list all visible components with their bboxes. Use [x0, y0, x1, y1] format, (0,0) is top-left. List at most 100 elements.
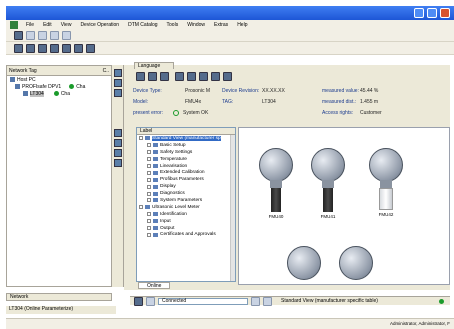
tree-item[interactable]: Standard View (manufacturer sp — [137, 135, 235, 142]
menu-extras[interactable]: Extras — [214, 22, 228, 28]
tree-item[interactable]: Input — [137, 218, 235, 225]
expand-icon[interactable] — [147, 232, 151, 237]
view-description: Standard View (manufacturer specific tab… — [281, 298, 378, 304]
expand-icon[interactable] — [147, 212, 151, 217]
expand-icon[interactable] — [147, 177, 151, 182]
device-fmu40: FMU40 — [259, 148, 293, 219]
device-tab[interactable]: LT304 (Online Parameterize) — [6, 306, 116, 314]
chart-icon[interactable] — [199, 72, 208, 81]
language-tab[interactable]: Language — [134, 62, 174, 69]
expand-icon[interactable] — [147, 170, 151, 175]
tree-row-host[interactable]: Host PC — [7, 76, 111, 83]
help-icon[interactable] — [223, 72, 232, 81]
disconnect-icon[interactable] — [26, 31, 35, 40]
list-icon[interactable] — [114, 79, 122, 87]
download-icon[interactable] — [50, 31, 59, 40]
menu-view[interactable]: View — [61, 22, 72, 28]
tree-item[interactable]: Linearisation — [137, 163, 235, 170]
menu-window[interactable]: Window — [187, 22, 205, 28]
properties-icon[interactable] — [62, 43, 71, 53]
expand-icon[interactable] — [147, 184, 151, 189]
close-button[interactable] — [440, 8, 450, 18]
settings-icon[interactable] — [175, 72, 184, 81]
function-icon[interactable] — [114, 159, 122, 167]
network-col-header[interactable]: C.. — [103, 68, 109, 74]
tree-item-label: Identification — [160, 211, 187, 217]
online-tab[interactable]: Online — [138, 282, 170, 289]
tree-item[interactable]: Display — [137, 183, 235, 190]
network-tag-header[interactable]: Network Tag — [9, 68, 37, 74]
minimize-button[interactable] — [414, 8, 424, 18]
folder-icon — [153, 212, 158, 217]
read-icon[interactable] — [136, 72, 145, 81]
expand-icon[interactable] — [147, 164, 151, 168]
model-value: FMU4x — [185, 99, 202, 105]
connect-icon[interactable] — [14, 31, 23, 40]
tree-item[interactable]: Safety Settings — [137, 149, 235, 156]
tree-item-label: Standard View (manufacturer sp — [152, 135, 221, 141]
folder-icon — [153, 157, 158, 162]
tree-item-label: Linearisation — [160, 163, 188, 169]
tree-scrollbar[interactable] — [230, 135, 235, 281]
device-type-value: Prosonic M — [185, 88, 211, 94]
expand-icon[interactable] — [147, 157, 151, 162]
upload-icon[interactable] — [38, 31, 47, 40]
layout-icon[interactable] — [86, 43, 95, 53]
tree-item[interactable]: Ultrasonic Level Meter — [137, 204, 235, 211]
menu-dtm-catalog[interactable]: DTM Catalog — [128, 22, 157, 28]
menu-edit[interactable]: Edit — [43, 22, 52, 28]
open-icon[interactable] — [26, 43, 35, 53]
folder-icon — [153, 184, 158, 189]
curve-icon[interactable] — [187, 72, 196, 81]
device-icon[interactable] — [74, 43, 83, 53]
print-icon[interactable] — [160, 72, 169, 81]
folder-icon — [153, 177, 158, 182]
refresh-icon[interactable] — [62, 31, 71, 40]
online-icon[interactable] — [114, 129, 122, 137]
tree-item[interactable]: Profibus Parameters — [137, 176, 235, 183]
device-type-row: Device Type: Prosonic M — [133, 88, 223, 94]
expand-icon[interactable] — [147, 150, 151, 155]
tree-row-profibus[interactable]: PROFIsafe DPV1 Cha — [7, 83, 111, 90]
tree-item[interactable]: Basic Setup — [137, 142, 235, 149]
tree-item[interactable]: Temperature — [137, 156, 235, 163]
maximize-button[interactable] — [427, 8, 437, 18]
tree-item[interactable]: System Parameters — [137, 197, 235, 204]
expand-icon[interactable] — [147, 143, 151, 148]
expand-icon[interactable] — [139, 205, 143, 210]
network-tab[interactable]: Network — [6, 293, 112, 301]
new-icon[interactable] — [14, 43, 23, 53]
menu-bar: File Edit View Device Operation DTM Cata… — [6, 20, 454, 30]
print-icon[interactable] — [50, 43, 59, 53]
offline-icon[interactable] — [114, 139, 122, 147]
tree-item-label: Basic Setup — [160, 142, 186, 148]
tree-item[interactable]: Extended Calibration — [137, 169, 235, 176]
expand-icon[interactable] — [147, 219, 151, 224]
save-icon[interactable] — [38, 43, 47, 53]
expand-icon[interactable] — [147, 198, 151, 203]
expand-icon[interactable] — [147, 191, 151, 196]
tree-item[interactable]: Certificates and Approvals — [137, 231, 235, 238]
expand-icon[interactable] — [147, 226, 151, 231]
menu-tools[interactable]: Tools — [167, 22, 179, 28]
menu-device-operation[interactable]: Device Operation — [80, 22, 119, 28]
menu-file[interactable]: File — [26, 22, 34, 28]
tree-item[interactable]: Output — [137, 225, 235, 232]
tree-item[interactable]: Diagnostics — [137, 190, 235, 197]
table-icon[interactable] — [211, 72, 220, 81]
tree-row-lt304[interactable]: LT304 Cha — [7, 90, 111, 97]
folder-icon — [153, 150, 158, 155]
write-icon[interactable] — [148, 72, 157, 81]
menu-help[interactable]: Help — [237, 22, 247, 28]
expand-icon[interactable] — [139, 136, 143, 141]
tree-item[interactable]: Identification — [137, 211, 235, 218]
lock-icon[interactable] — [146, 296, 155, 306]
present-error-row: present error: System OK — [133, 110, 208, 116]
folder-icon — [153, 232, 158, 237]
tree-header[interactable]: Label — [137, 128, 235, 135]
parameter-icon[interactable] — [114, 69, 122, 77]
filter-icon[interactable] — [114, 149, 122, 157]
connection-icon[interactable] — [134, 296, 143, 306]
tree-item-label: Certificates and Approvals — [160, 232, 216, 238]
compare-icon[interactable] — [114, 89, 122, 97]
